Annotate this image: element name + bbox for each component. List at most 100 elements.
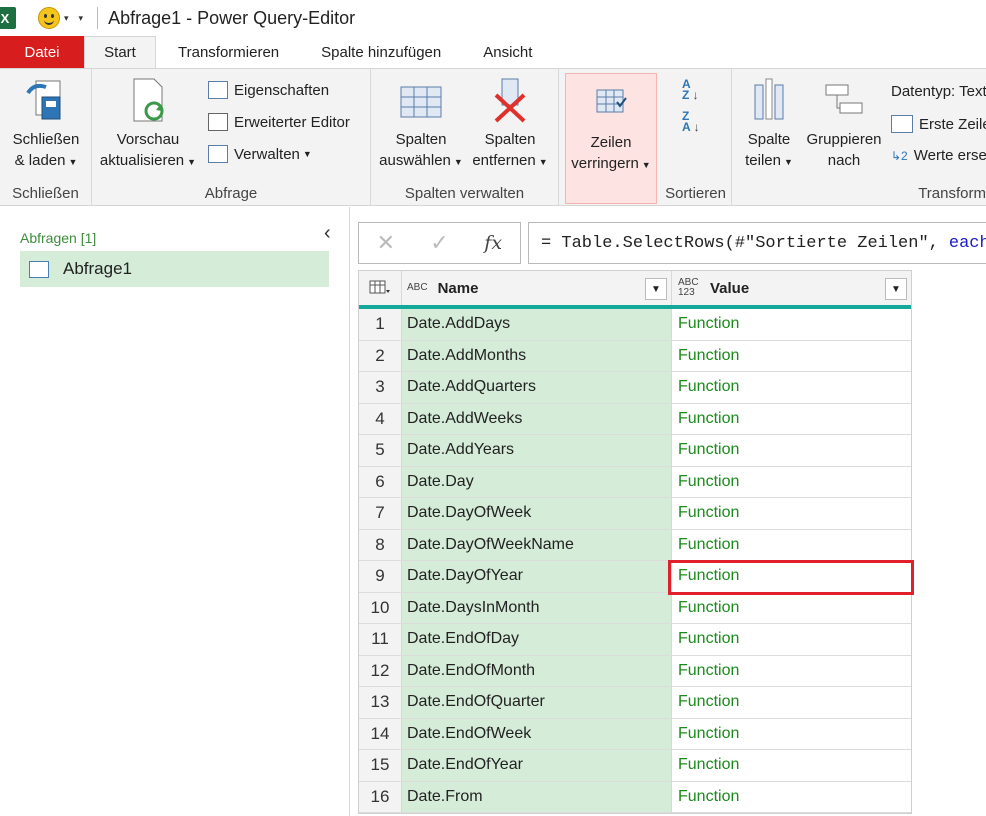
table-icon xyxy=(29,260,49,278)
fx-icon[interactable]: fx xyxy=(466,232,520,254)
row-number[interactable]: 15 xyxy=(359,750,402,781)
reduce-rows-label-2: verringern xyxy=(571,155,639,172)
first-row-header-button[interactable]: Erste Zeile xyxy=(891,115,986,133)
query-item[interactable]: Abfrage1 xyxy=(20,251,329,287)
tab-file[interactable]: Datei xyxy=(0,36,84,68)
name-cell[interactable]: Date.EndOfQuarter xyxy=(402,687,672,718)
title-bar: X ▾ ▾ Abfrage1 - Power Query-Editor xyxy=(0,0,986,36)
chevron-down-icon: ▼ xyxy=(783,157,793,167)
filter-icon[interactable]: ▼ xyxy=(645,278,667,300)
value-cell[interactable]: Function xyxy=(672,435,911,466)
value-cell[interactable]: Function xyxy=(672,372,911,403)
replace-values-button[interactable]: ↳2 Werte erse xyxy=(891,147,986,164)
sort-descending-button[interactable]: ZA ↓ xyxy=(682,110,700,133)
row-number[interactable]: 12 xyxy=(359,655,402,686)
properties-button[interactable]: Eigenschaften xyxy=(208,81,329,99)
value-cell[interactable]: Function xyxy=(672,782,911,813)
group-label-sort: Sortieren xyxy=(665,185,726,202)
reduce-rows-icon xyxy=(589,78,633,128)
any-type-icon[interactable]: ABC 123 xyxy=(678,278,700,298)
smiley-feedback-icon[interactable] xyxy=(38,7,60,29)
row-number[interactable]: 6 xyxy=(359,466,402,497)
name-cell[interactable]: Date.AddYears xyxy=(402,435,672,466)
value-cell[interactable]: Function xyxy=(672,593,911,624)
group-label-query: Abfrage xyxy=(204,185,258,202)
table-row: 7 Date.DayOfWeek Function xyxy=(359,498,911,530)
name-cell[interactable]: Date.Day xyxy=(402,466,672,497)
tab-start[interactable]: Start xyxy=(84,36,156,68)
group-close: Schließen & laden ▼ Schließen xyxy=(0,69,92,206)
row-number[interactable]: 9 xyxy=(359,561,402,592)
collapse-chevron-icon[interactable]: ‹ xyxy=(324,222,331,245)
close-load-button[interactable]: Schließen & laden ▼ xyxy=(6,75,86,173)
remove-columns-button[interactable]: Spalten entfernen ▼ xyxy=(467,75,553,173)
row-number[interactable]: 5 xyxy=(359,435,402,466)
customize-toolbar-icon[interactable]: ▾ xyxy=(79,13,84,24)
tab-view[interactable]: Ansicht xyxy=(461,36,554,68)
row-number[interactable]: 1 xyxy=(359,309,402,340)
cancel-icon[interactable]: ✕ xyxy=(359,230,413,256)
advanced-editor-button[interactable]: Erweiterter Editor xyxy=(208,113,350,131)
row-number[interactable]: 7 xyxy=(359,498,402,529)
choose-columns-label-2: auswählen xyxy=(379,152,451,169)
row-number[interactable]: 10 xyxy=(359,592,402,623)
table-menu-icon[interactable] xyxy=(359,271,402,305)
name-cell[interactable]: Date.DayOfWeek xyxy=(402,498,672,529)
name-cell[interactable]: Date.AddDays xyxy=(402,309,672,340)
refresh-icon xyxy=(126,75,170,125)
value-cell[interactable]: Function xyxy=(672,624,911,655)
manage-button[interactable]: Verwalten ▼ xyxy=(208,145,312,163)
name-cell[interactable]: Date.AddWeeks xyxy=(402,403,672,434)
value-cell[interactable]: Function xyxy=(672,687,911,718)
group-by-button[interactable]: Gruppieren nach xyxy=(802,75,886,171)
name-cell[interactable]: Date.AddMonths xyxy=(402,340,672,371)
choose-columns-button[interactable]: Spalten auswählen ▼ xyxy=(377,75,465,173)
value-cell[interactable]: Function xyxy=(672,467,911,498)
sort-ascending-button[interactable]: AZ ↓ xyxy=(682,78,699,101)
value-cell[interactable]: Function xyxy=(672,404,911,435)
properties-label: Eigenschaften xyxy=(234,81,330,99)
row-number[interactable]: 14 xyxy=(359,718,402,749)
row-number[interactable]: 4 xyxy=(359,403,402,434)
tab-add-column[interactable]: Spalte hinzufügen xyxy=(301,36,461,68)
group-label-transform: Transform xyxy=(918,185,986,202)
table-row: 10 Date.DaysInMonth Function xyxy=(359,592,911,624)
chevron-down-icon[interactable]: ▾ xyxy=(64,13,69,24)
name-cell[interactable]: Date.DayOfWeekName xyxy=(402,529,672,560)
check-icon[interactable]: ✓ xyxy=(413,230,467,256)
datatype-dropdown[interactable]: Datentyp: Text xyxy=(891,83,986,100)
value-cell[interactable]: Function xyxy=(672,498,911,529)
value-cell[interactable]: Function xyxy=(672,719,911,750)
value-cell[interactable]: Function xyxy=(672,530,911,561)
name-cell[interactable]: Date.EndOfDay xyxy=(402,624,672,655)
tab-transform[interactable]: Transformieren xyxy=(156,36,301,68)
row-number[interactable]: 13 xyxy=(359,687,402,718)
column-header-value[interactable]: ABC 123 Value ▼ xyxy=(672,271,911,305)
name-cell[interactable]: Date.DayOfYear xyxy=(402,561,672,592)
refresh-preview-button[interactable]: Vorschau aktualisieren ▼ xyxy=(98,75,198,173)
value-cell[interactable]: Function xyxy=(672,309,911,340)
name-cell[interactable]: Date.EndOfWeek xyxy=(402,718,672,749)
name-cell[interactable]: Date.AddQuarters xyxy=(402,372,672,403)
row-number[interactable]: 3 xyxy=(359,372,402,403)
value-cell[interactable]: Function xyxy=(672,750,911,781)
close-load-label-2: & laden xyxy=(14,152,66,169)
row-number[interactable]: 16 xyxy=(359,781,402,812)
text-type-icon[interactable]: ABC xyxy=(407,283,428,293)
reduce-rows-button[interactable]: Zeilen verringern ▼ xyxy=(565,73,657,204)
name-cell[interactable]: Date.EndOfYear xyxy=(402,750,672,781)
column-header-name[interactable]: ABC Name ▼ xyxy=(402,271,672,305)
name-cell[interactable]: Date.EndOfMonth xyxy=(402,655,672,686)
value-cell[interactable]: Function xyxy=(672,341,911,372)
row-number[interactable]: 2 xyxy=(359,340,402,371)
value-cell[interactable]: Function xyxy=(672,656,911,687)
row-number[interactable]: 8 xyxy=(359,529,402,560)
name-cell[interactable]: Date.DaysInMonth xyxy=(402,592,672,623)
name-cell[interactable]: Date.From xyxy=(402,781,672,812)
formula-text: = Table.SelectRows(#"Sortierte Zeilen", xyxy=(541,233,939,253)
formula-input[interactable]: = Table.SelectRows(#"Sortierte Zeilen", … xyxy=(528,222,986,264)
group-transform: Spalte teilen ▼ Gruppieren nach Datentyp:… xyxy=(732,69,986,206)
row-number[interactable]: 11 xyxy=(359,624,402,655)
chevron-down-icon[interactable]: ▼ xyxy=(885,278,907,300)
split-column-button[interactable]: Spalte teilen ▼ xyxy=(738,75,800,173)
